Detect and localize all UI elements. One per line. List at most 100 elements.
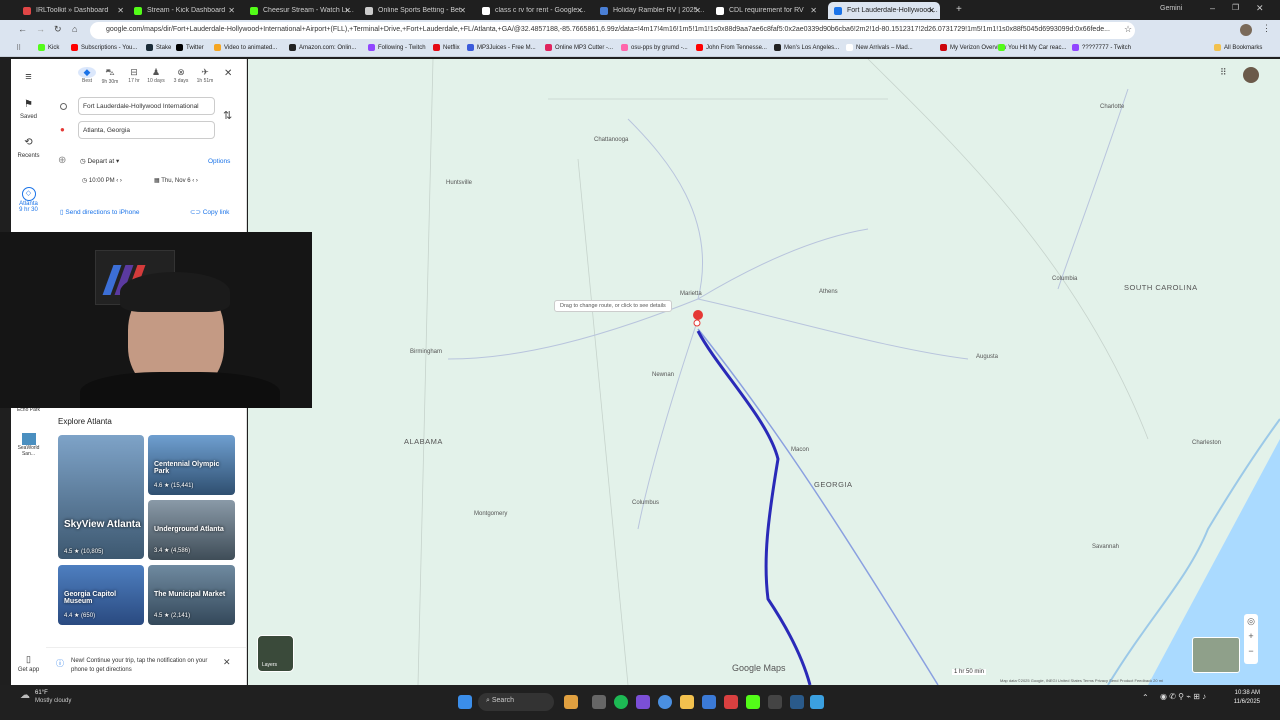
- map-label-newnan[interactable]: Newnan: [652, 372, 674, 378]
- map-label-savannah[interactable]: Savannah: [1092, 544, 1119, 550]
- map-label-augusta[interactable]: Augusta: [976, 354, 998, 360]
- tab-close-icon[interactable]: ✕: [228, 6, 235, 15]
- explore-card-capitol[interactable]: Georgia Capitol Museum 4.4 ★ (650): [58, 565, 144, 625]
- spotify-icon[interactable]: [614, 695, 628, 709]
- menu-icon[interactable]: ⋮: [1262, 23, 1271, 34]
- apps-icon[interactable]: ⠿: [1220, 67, 1227, 78]
- tab-close-icon[interactable]: ✕: [810, 6, 817, 15]
- tab-close-icon[interactable]: ✕: [694, 6, 701, 15]
- hamburger-menu-icon[interactable]: ≡: [11, 71, 46, 83]
- bookmark-item[interactable]: Following - Twitch: [368, 44, 426, 51]
- app-icon-2[interactable]: [724, 695, 738, 709]
- travel-mode-tab[interactable]: ♟ 10 days: [147, 67, 165, 84]
- phone-icon[interactable]: ▯: [11, 654, 46, 665]
- app-icon-1[interactable]: [564, 695, 578, 709]
- map-label-charlotte[interactable]: Charlotte: [1100, 104, 1124, 110]
- recents-icon[interactable]: ⟲: [11, 137, 46, 148]
- map-label-marietta[interactable]: Marietta: [680, 291, 702, 297]
- map-label-chattanooga[interactable]: Chattanooga: [594, 137, 628, 143]
- discord-icon[interactable]: [636, 695, 650, 709]
- map-label-athens[interactable]: Athens: [819, 289, 838, 295]
- browser-tab[interactable]: Cheesur Stream - Watch Live o ✕: [244, 2, 356, 19]
- steam-icon[interactable]: [790, 695, 804, 709]
- travel-mode-tab[interactable]: ◆ Best: [78, 67, 96, 84]
- bookmark-item[interactable]: Netflix: [433, 44, 460, 51]
- date-picker[interactable]: ▦ Thu, Nov 6 ‹ ›: [154, 177, 198, 184]
- weather-temp[interactable]: 61°F: [35, 690, 48, 696]
- options-link[interactable]: Options: [208, 158, 230, 165]
- travel-mode-tab[interactable]: ⊗ 3 days: [172, 67, 190, 84]
- browser-tab[interactable]: CDL requirement for RV ✕: [710, 2, 822, 19]
- new-tab-button[interactable]: +: [956, 4, 962, 15]
- map-label-south-carolina[interactable]: SOUTH CAROLINA: [1124, 283, 1198, 292]
- address-input[interactable]: google.com/maps/dir/Fort+Lauderdale-Holl…: [90, 22, 1135, 39]
- windows-start-icon[interactable]: [458, 695, 472, 709]
- map-label-columbia[interactable]: Columbia: [1052, 276, 1077, 282]
- copy-link-button[interactable]: ⊂⊃ Copy link: [190, 208, 229, 216]
- explore-card-skyview[interactable]: SkyView Atlanta 4.5 ★ (10,805): [58, 435, 144, 559]
- time-picker[interactable]: ◷ 10:00 PM ‹ ›: [82, 177, 122, 184]
- bookmark-item[interactable]: Stake: [146, 44, 171, 51]
- zoom-out-button[interactable]: −: [1244, 644, 1258, 659]
- map-label-alabama[interactable]: ALABAMA: [404, 437, 443, 446]
- bookmark-item[interactable]: osu-pps by grumd -...: [621, 44, 688, 51]
- bookmark-item[interactable]: MP3Juices - Free M...: [467, 44, 536, 51]
- origin-input[interactable]: Fort Lauderdale-Hollywood International: [78, 97, 215, 115]
- map-label-montgomery[interactable]: Montgomery: [474, 511, 507, 517]
- apps-grid-icon[interactable]: ⠿: [16, 44, 21, 52]
- route-duration-label[interactable]: 1 hr 50 min: [952, 669, 987, 675]
- saved-label[interactable]: Saved: [11, 114, 46, 120]
- browser-tab[interactable]: IRLToolkit » Dashboard ✕: [17, 2, 129, 19]
- travel-mode-tab[interactable]: ⊟ 17 hr: [125, 67, 143, 84]
- bookmark-star-icon[interactable]: ☆: [1124, 24, 1132, 35]
- task-view-icon[interactable]: [592, 695, 606, 709]
- explore-card-centennial[interactable]: Centennial Olympic Park 4.6 ★ (15,441): [148, 435, 235, 495]
- saved-icon[interactable]: ⚑: [11, 99, 46, 110]
- bookmark-item[interactable]: You Hit My Car reac...: [998, 44, 1066, 51]
- map-canvas[interactable]: Drag to change route, or click to see de…: [248, 59, 1280, 685]
- browser-tab[interactable]: Online Sports Betting - Bet ✕: [359, 2, 471, 19]
- kick-icon[interactable]: [746, 695, 760, 709]
- taskbar-search[interactable]: ⌕ Search: [478, 693, 554, 711]
- forward-icon[interactable]: →: [36, 24, 45, 34]
- destination-input[interactable]: Atlanta, Georgia: [78, 121, 215, 139]
- map-label-huntsville[interactable]: Huntsville: [446, 180, 472, 186]
- chrome-icon[interactable]: [658, 695, 672, 709]
- travel-mode-tab[interactable]: ✈ 1h 51m: [196, 67, 214, 84]
- bookmark-item[interactable]: New Arrivals – Mad...: [846, 44, 913, 51]
- minimize-icon[interactable]: –: [1210, 3, 1215, 13]
- recents-label[interactable]: Recents: [11, 153, 46, 159]
- bookmark-item[interactable]: Amazon.com: Onlin...: [289, 44, 356, 51]
- map-label-columbus[interactable]: Columbus: [632, 500, 659, 506]
- bookmark-item[interactable]: Subscriptions - You...: [71, 44, 137, 51]
- close-notification-icon[interactable]: ✕: [223, 657, 231, 668]
- bookmark-item[interactable]: John From Tennesse...: [696, 44, 767, 51]
- tab-close-icon[interactable]: ✕: [459, 6, 466, 15]
- send-to-phone-link[interactable]: ▯ Send directions to iPhone: [60, 208, 139, 216]
- gemini-button[interactable]: Gemini: [1160, 5, 1182, 12]
- back-icon[interactable]: ←: [18, 24, 27, 34]
- profile-avatar[interactable]: [1240, 24, 1252, 36]
- bookmark-item[interactable]: Twitter: [176, 44, 204, 51]
- bookmark-item[interactable]: ????7777 - Twitch: [1072, 44, 1131, 51]
- map-label-charleston[interactable]: Charleston: [1192, 440, 1221, 446]
- browser-tab[interactable]: Fort Lauderdale-Hollywood Inte ✕: [828, 2, 940, 19]
- bookmark-item[interactable]: My Verizon Overview: [940, 44, 1006, 51]
- tab-close-icon[interactable]: ✕: [117, 6, 124, 15]
- weather-desc[interactable]: Mostly cloudy: [35, 698, 71, 704]
- tab-close-icon[interactable]: ✕: [576, 6, 583, 15]
- account-avatar[interactable]: [1243, 67, 1259, 83]
- browser-tab[interactable]: class c rv for rent - Google Sea ✕: [476, 2, 588, 19]
- close-directions-icon[interactable]: ✕: [224, 68, 232, 79]
- bookmark-item[interactable]: Kick: [38, 44, 59, 51]
- travel-mode-tab[interactable]: ⛍ 9h 30m: [101, 67, 119, 85]
- explore-card-underground[interactable]: Underground Atlanta 3.4 ★ (4,586): [148, 500, 235, 560]
- clock-time[interactable]: 10:38 AM: [1234, 690, 1260, 696]
- bookmark-item[interactable]: Video to animated...: [214, 44, 277, 51]
- tab-close-icon[interactable]: ✕: [928, 6, 935, 15]
- tray-chevron-icon[interactable]: ⌃: [1142, 693, 1149, 702]
- seaworld-item[interactable]: SeaWorld San...: [11, 433, 46, 457]
- add-stop-icon[interactable]: ⊕: [58, 155, 66, 166]
- street-view-thumbnail[interactable]: [1192, 637, 1240, 673]
- atlanta-recent-item[interactable]: ◇ Atlanta 9 hr 30: [11, 187, 46, 213]
